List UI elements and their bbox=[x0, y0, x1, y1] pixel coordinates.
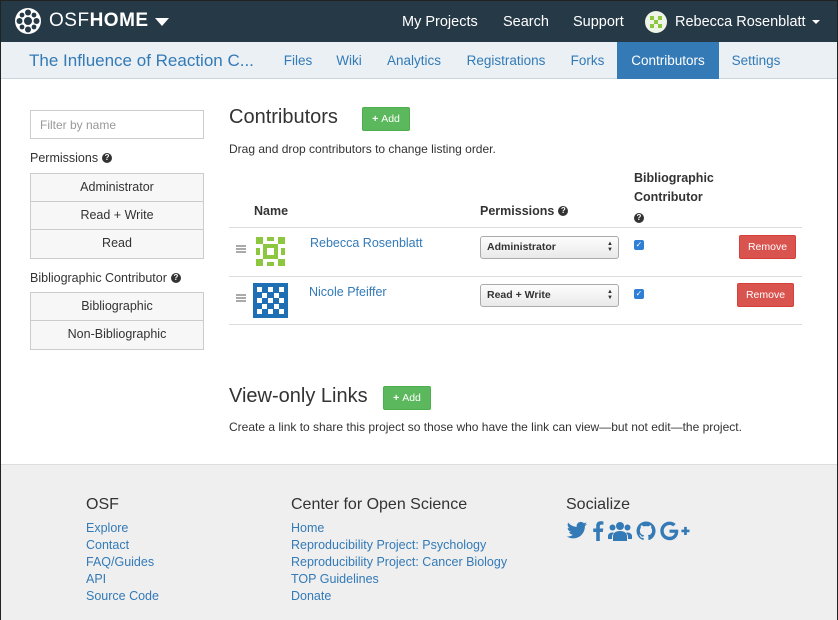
brand-caret-down-icon bbox=[154, 18, 169, 26]
google-plus-icon[interactable] bbox=[660, 521, 690, 541]
top-navbar: OSF HOME My Projects Search Support Rebe… bbox=[1, 1, 837, 42]
user-menu[interactable]: Rebecca Rosenblatt bbox=[645, 10, 820, 34]
filter-read-write-button[interactable]: Read + Write bbox=[31, 202, 203, 230]
filter-read-button[interactable]: Read bbox=[31, 230, 203, 258]
column-header-permissions: Permissions ? bbox=[480, 204, 569, 218]
user-caret-down-icon bbox=[811, 20, 820, 24]
question-circle-icon[interactable]: ? bbox=[102, 153, 113, 163]
contributor-avatar bbox=[253, 234, 288, 269]
user-avatar bbox=[645, 11, 667, 33]
contributor-name-link[interactable]: Rebecca Rosenblatt bbox=[310, 236, 423, 250]
footer-osf-links: Explore Contact FAQ/Guides API Source Co… bbox=[86, 520, 159, 605]
bibliographic-filter-label: Bibliographic Contributor ? bbox=[30, 271, 181, 285]
group-icon[interactable] bbox=[608, 521, 632, 541]
select-arrows-icon: ▲ ▼ bbox=[607, 241, 613, 253]
contributors-instructions: Drag and drop contributors to change lis… bbox=[229, 142, 496, 156]
footer-link-rp-psychology[interactable]: Reproducibility Project: Psychology bbox=[291, 537, 507, 554]
row-divider bbox=[229, 324, 802, 325]
add-link-label: Add bbox=[402, 392, 421, 404]
filter-administrator-button[interactable]: Administrator bbox=[31, 174, 203, 202]
column-header-name: Name bbox=[254, 204, 289, 218]
osf-home-brand[interactable]: OSF HOME bbox=[14, 7, 169, 35]
footer-link-contact[interactable]: Contact bbox=[86, 537, 159, 554]
question-circle-icon[interactable]: ? bbox=[558, 206, 569, 216]
facebook-icon[interactable] bbox=[592, 521, 604, 541]
social-icons bbox=[566, 521, 694, 541]
footer-cos-links: Home Reproducibility Project: Psychology… bbox=[291, 520, 507, 605]
bibliographic-label-text: Bibliographic Contributor bbox=[30, 271, 167, 285]
permissions-label-text: Permissions bbox=[30, 151, 99, 165]
permissions-header-text: Permissions bbox=[480, 204, 555, 218]
footer-link-explore[interactable]: Explore bbox=[86, 520, 159, 537]
project-navbar: The Influence of Reaction C... Files Wik… bbox=[1, 42, 837, 79]
plus-icon: + bbox=[372, 113, 382, 125]
filter-by-name-input[interactable] bbox=[30, 110, 204, 139]
add-contributor-label: Add bbox=[381, 113, 400, 125]
table-header-divider bbox=[229, 227, 802, 228]
identicon-icon bbox=[650, 16, 662, 28]
permission-select[interactable]: Read + Write ▲ ▼ bbox=[480, 284, 619, 307]
tab-contributors[interactable]: Contributors bbox=[617, 42, 719, 79]
contributor-name-link[interactable]: Nicole Pfeiffer bbox=[309, 285, 387, 299]
question-circle-icon[interactable]: ? bbox=[170, 273, 181, 283]
contributor-avatar bbox=[253, 283, 288, 318]
bibliographic-checkbox[interactable]: ✓ bbox=[634, 240, 644, 250]
osf-logo-icon bbox=[15, 8, 41, 34]
add-view-only-link-button[interactable]: + Add bbox=[383, 386, 431, 410]
remove-contributor-button[interactable]: Remove bbox=[739, 235, 796, 259]
footer-link-top-guidelines[interactable]: TOP Guidelines bbox=[291, 571, 507, 588]
footer-cos-heading: Center for Open Science bbox=[291, 496, 468, 513]
column-header-bibliographic: Bibliographic Contributor ? bbox=[634, 169, 714, 226]
bibliographic-filter-group: Bibliographic Non-Bibliographic bbox=[30, 292, 204, 350]
footer-link-home[interactable]: Home bbox=[291, 520, 507, 537]
bibliographic-checkbox[interactable]: ✓ bbox=[634, 289, 644, 299]
add-contributor-button[interactable]: + Add bbox=[362, 107, 410, 131]
drag-handle-icon[interactable] bbox=[236, 245, 246, 253]
filter-bibliographic-button[interactable]: Bibliographic bbox=[31, 293, 203, 321]
select-arrows-icon: ▲ ▼ bbox=[607, 289, 613, 301]
nav-support[interactable]: Support bbox=[573, 14, 624, 30]
github-icon[interactable] bbox=[636, 521, 656, 541]
footer-osf-heading: OSF bbox=[86, 496, 119, 513]
tab-analytics[interactable]: Analytics bbox=[377, 42, 451, 79]
bibliographic-header-line1: Bibliographic bbox=[634, 171, 714, 185]
permissions-filter-group: Administrator Read + Write Read bbox=[30, 173, 204, 259]
nav-my-projects[interactable]: My Projects bbox=[402, 14, 478, 30]
footer-link-donate[interactable]: Donate bbox=[291, 588, 507, 605]
footer-link-source-code[interactable]: Source Code bbox=[86, 588, 159, 605]
filter-non-bibliographic-button[interactable]: Non-Bibliographic bbox=[31, 321, 203, 349]
project-title[interactable]: The Influence of Reaction C... bbox=[29, 51, 254, 71]
footer-link-rp-cancer-biology[interactable]: Reproducibility Project: Cancer Biology bbox=[291, 554, 507, 571]
brand-home: HOME bbox=[89, 10, 149, 31]
view-only-description: Create a link to share this project so t… bbox=[229, 420, 742, 434]
tab-wiki[interactable]: Wiki bbox=[326, 42, 372, 79]
remove-contributor-button[interactable]: Remove bbox=[737, 283, 794, 307]
tab-registrations[interactable]: Registrations bbox=[456, 42, 556, 79]
view-only-links-heading: View-only Links bbox=[229, 385, 368, 407]
tab-settings[interactable]: Settings bbox=[723, 42, 789, 79]
permission-select[interactable]: Administrator ▲ ▼ bbox=[480, 236, 619, 259]
twitter-icon[interactable] bbox=[566, 521, 588, 541]
user-name: Rebecca Rosenblatt bbox=[675, 14, 806, 30]
contributors-heading: Contributors bbox=[229, 106, 338, 128]
nav-search[interactable]: Search bbox=[503, 14, 549, 30]
tab-forks[interactable]: Forks bbox=[561, 42, 614, 79]
footer-social-heading: Socialize bbox=[566, 496, 631, 513]
footer-link-api[interactable]: API bbox=[86, 571, 159, 588]
permission-select-value: Administrator bbox=[487, 241, 556, 253]
row-divider bbox=[229, 276, 802, 277]
question-circle-icon[interactable]: ? bbox=[634, 213, 644, 223]
permissions-filter-label: Permissions ? bbox=[30, 151, 113, 165]
tab-files[interactable]: Files bbox=[274, 42, 322, 79]
footer-link-faq[interactable]: FAQ/Guides bbox=[86, 554, 159, 571]
drag-handle-icon[interactable] bbox=[236, 294, 246, 302]
permission-select-value: Read + Write bbox=[487, 289, 551, 301]
plus-icon: + bbox=[393, 392, 403, 404]
brand-osf: OSF bbox=[49, 10, 90, 31]
bibliographic-header-line2: Contributor bbox=[634, 190, 703, 204]
